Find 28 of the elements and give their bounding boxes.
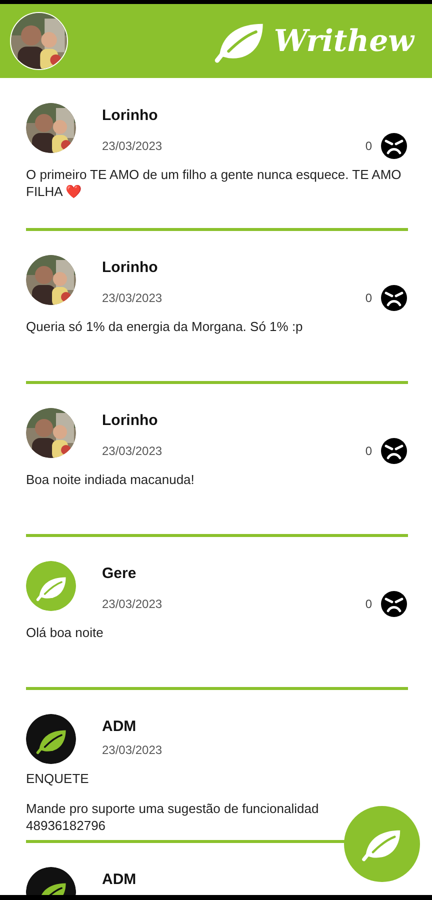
leaf-logo-icon [26, 561, 76, 611]
post-text: Boa noite indiada macanuda! [26, 471, 196, 488]
author-name: Gere [102, 565, 138, 582]
angry-face-icon[interactable] [380, 590, 408, 618]
author-name: Lorinho [102, 259, 159, 276]
post-text: Queria só 1% da energia da Morgana. Só 1% :p [26, 318, 304, 335]
reaction-count: 0 [365, 597, 372, 611]
post-text: ENQUETE [26, 770, 90, 787]
angry-face-icon[interactable] [380, 284, 408, 312]
post-text: O primeiro TE AMO de um filho a gente nunca esquece. TE AMO FILHA ❤ [26, 166, 402, 200]
reaction-count: 0 [365, 444, 372, 458]
post-date: 23/03/2023 [102, 444, 162, 458]
author-name: ADM [102, 718, 138, 735]
reaction-count: 0 [365, 139, 372, 153]
post-date: 23/03/2023 [102, 139, 162, 153]
post-date: 23/03/2023 [102, 291, 162, 305]
post-date: 23/03/2023 [102, 597, 162, 611]
post-date: 23/03/2023 [102, 743, 162, 757]
author-name: Lorinho [102, 107, 159, 124]
post-text: Mande pro suporte uma sugestão de funcionalidad 48936182796 [26, 800, 320, 834]
reaction-count: 0 [365, 291, 372, 305]
author-name: ADM [102, 871, 138, 888]
app-name: Writhew [274, 24, 414, 58]
author-name: Lorinho [102, 412, 159, 429]
angry-face-icon[interactable] [380, 437, 408, 465]
angry-face-icon[interactable] [380, 132, 408, 160]
leaf-logo-icon [26, 714, 76, 764]
post-text: Olá boa noite [26, 624, 104, 641]
